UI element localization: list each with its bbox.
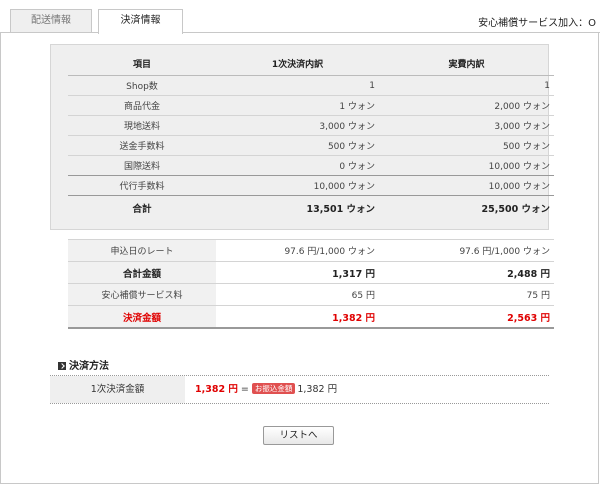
row-item: 合計金額	[68, 261, 216, 284]
tab-payment-info[interactable]: 決済情報	[98, 9, 183, 34]
row-item: 現地送料	[68, 115, 216, 136]
row-actual: 1	[379, 75, 554, 96]
payment-method-value: 1,382 円 = お振込金額 1,382 円	[195, 376, 337, 403]
payment-method-row: 1次決済金額 1,382 円 = お振込金額 1,382 円	[50, 375, 549, 404]
row-actual: 10,000 ウォン	[379, 155, 554, 176]
payment-amount: 1,382 円	[195, 384, 238, 395]
table-row: Shop数 1 1	[68, 75, 554, 96]
row-first: 1 ウォン	[216, 95, 379, 116]
total-first: 13,501 ウォン	[306, 204, 375, 215]
equals-sign: =	[240, 384, 249, 395]
payment-method-title-text: 決済方法	[69, 361, 109, 372]
row-item: 安心補償サービス料	[68, 283, 216, 306]
insurance-status: 安心補償サービス加入：O	[478, 14, 596, 29]
row-item: 決済金額	[68, 305, 216, 329]
row-actual: 10,000 ウォン	[379, 175, 554, 196]
check-square-icon	[58, 362, 66, 370]
row-first: 97.6 円/1,000 ウォン	[216, 239, 379, 262]
row-actual: 75 円	[379, 283, 554, 306]
row-first: 500 ウォン	[216, 135, 379, 156]
row-actual: 2,488 円	[379, 261, 554, 284]
row-first: 10,000 ウォン	[216, 175, 379, 196]
table-row: 合計金額 1,317 円 2,488 円	[68, 261, 554, 284]
row-first: 0 ウォン	[216, 155, 379, 176]
row-item: Shop数	[68, 75, 216, 96]
row-first: 1,317 円	[216, 261, 379, 284]
insurance-label: 安心補償サービス加入：	[478, 18, 589, 29]
breakdown-total-row: 合計 13,501 ウォン 25,500 ウォン	[68, 196, 554, 221]
row-first: 65 円	[216, 283, 379, 306]
row-actual: 3,000 ウォン	[379, 115, 554, 136]
table-row: 代行手数料 10,000 ウォン 10,000 ウォン	[68, 175, 554, 196]
table-row: 決済金額 1,382 円 2,563 円	[68, 305, 554, 329]
row-item: 代行手数料	[68, 175, 216, 196]
table-row: 申込日のレート 97.6 円/1,000 ウォン 97.6 円/1,000 ウォ…	[68, 239, 554, 262]
row-actual: 2,000 ウォン	[379, 95, 554, 116]
row-first: 3,000 ウォン	[216, 115, 379, 136]
transfer-badge: お振込金額	[251, 383, 296, 394]
payment-method-title: 決済方法	[58, 357, 109, 372]
table-row: 安心補償サービス料 65 円 75 円	[68, 283, 554, 306]
row-item: 申込日のレート	[68, 239, 216, 262]
transfer-amount: 1,382 円	[297, 384, 338, 395]
insurance-value: O	[588, 18, 596, 29]
header-first-payment: 1次決済内訳	[216, 51, 379, 76]
total-label: 合計	[132, 204, 152, 215]
row-actual: 2,563 円	[379, 305, 554, 329]
row-item: 国際送料	[68, 155, 216, 176]
row-first: 1	[216, 75, 379, 96]
header-item: 項目	[68, 51, 216, 76]
total-actual: 25,500 ウォン	[481, 204, 550, 215]
breakdown-header-row: 項目 1次決済内訳 実費内訳	[68, 51, 554, 76]
list-button[interactable]: リストへ	[263, 426, 334, 445]
table-row: 国際送料 0 ウォン 10,000 ウォン	[68, 155, 554, 176]
payment-method-label: 1次決済金額	[50, 376, 185, 403]
row-actual: 500 ウォン	[379, 135, 554, 156]
breakdown-panel: 項目 1次決済内訳 実費内訳 Shop数 1 1 商品代金 1 ウォン 2,00…	[50, 44, 554, 230]
row-item: 送金手数料	[68, 135, 216, 156]
row-item: 商品代金	[68, 95, 216, 116]
row-first: 1,382 円	[216, 305, 379, 329]
tab-bar: 配送情報 決済情報 安心補償サービス加入：O	[0, 0, 600, 34]
breakdown-table: 項目 1次決済内訳 実費内訳 Shop数 1 1 商品代金 1 ウォン 2,00…	[68, 51, 554, 220]
row-actual: 97.6 円/1,000 ウォン	[379, 239, 554, 262]
tab-shipping-info[interactable]: 配送情報	[10, 9, 92, 32]
summary-table: 申込日のレート 97.6 円/1,000 ウォン 97.6 円/1,000 ウォ…	[68, 239, 554, 329]
table-row: 送金手数料 500 ウォン 500 ウォン	[68, 135, 554, 156]
table-row: 商品代金 1 ウォン 2,000 ウォン	[68, 95, 554, 116]
table-row: 現地送料 3,000 ウォン 3,000 ウォン	[68, 115, 554, 136]
header-actual-cost: 実費内訳	[379, 51, 554, 76]
